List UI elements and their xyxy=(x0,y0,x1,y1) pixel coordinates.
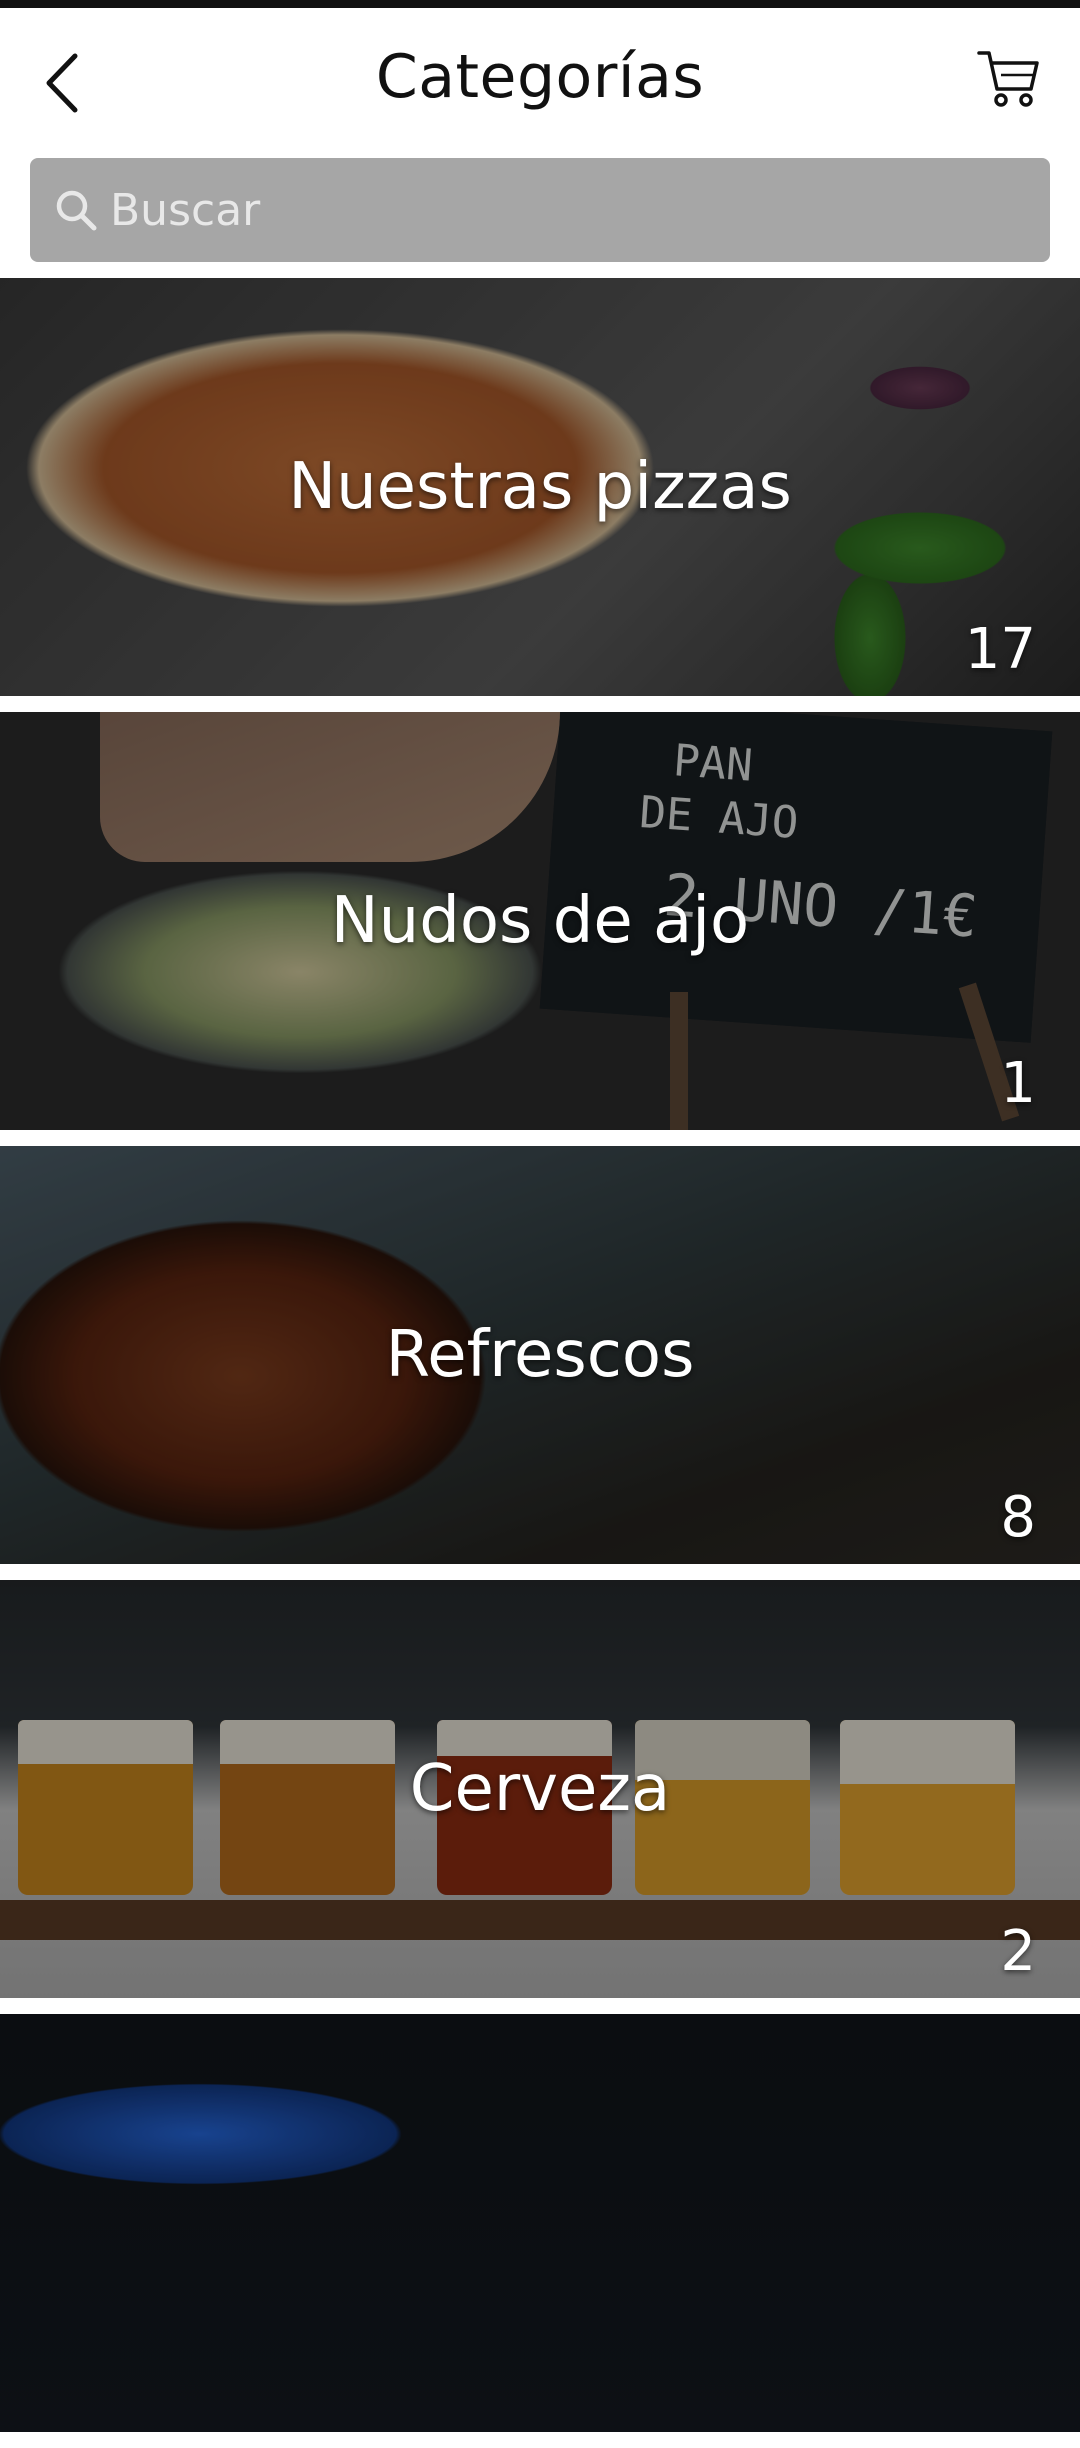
category-name: Nuestras pizzas xyxy=(288,450,792,524)
category-name: Cerveza xyxy=(409,1752,671,1826)
category-card-nudos-de-ajo[interactable]: PAN DE AJO 2 UNO /1€ Nudos de ajo 1 xyxy=(0,712,1080,1130)
app-header: Categorías xyxy=(0,8,1080,148)
category-card-pizzas[interactable]: Nuestras pizzas 17 xyxy=(0,278,1080,696)
search-bar[interactable] xyxy=(30,158,1050,262)
cart-icon xyxy=(977,51,1039,107)
category-name: Refrescos xyxy=(385,1318,695,1392)
category-card-cerveza[interactable]: Cerveza 2 xyxy=(0,1580,1080,1998)
search-input[interactable] xyxy=(108,183,1012,237)
category-count: 17 xyxy=(964,617,1036,682)
category-list: Nuestras pizzas 17 PAN DE AJO 2 UNO /1€ … xyxy=(0,278,1080,2448)
category-card-refrescos[interactable]: Refrescos 8 xyxy=(0,1146,1080,1564)
status-bar xyxy=(0,0,1080,8)
category-count: 1 xyxy=(1000,1051,1036,1116)
category-count: 2 xyxy=(1000,1919,1036,1984)
page-title: Categorías xyxy=(375,42,705,112)
category-count: 8 xyxy=(1000,1485,1036,1550)
cart-button[interactable] xyxy=(974,44,1044,114)
category-card-partial[interactable] xyxy=(0,2014,1080,2432)
category-name: Nudos de ajo xyxy=(330,884,750,958)
search-icon xyxy=(56,190,97,231)
